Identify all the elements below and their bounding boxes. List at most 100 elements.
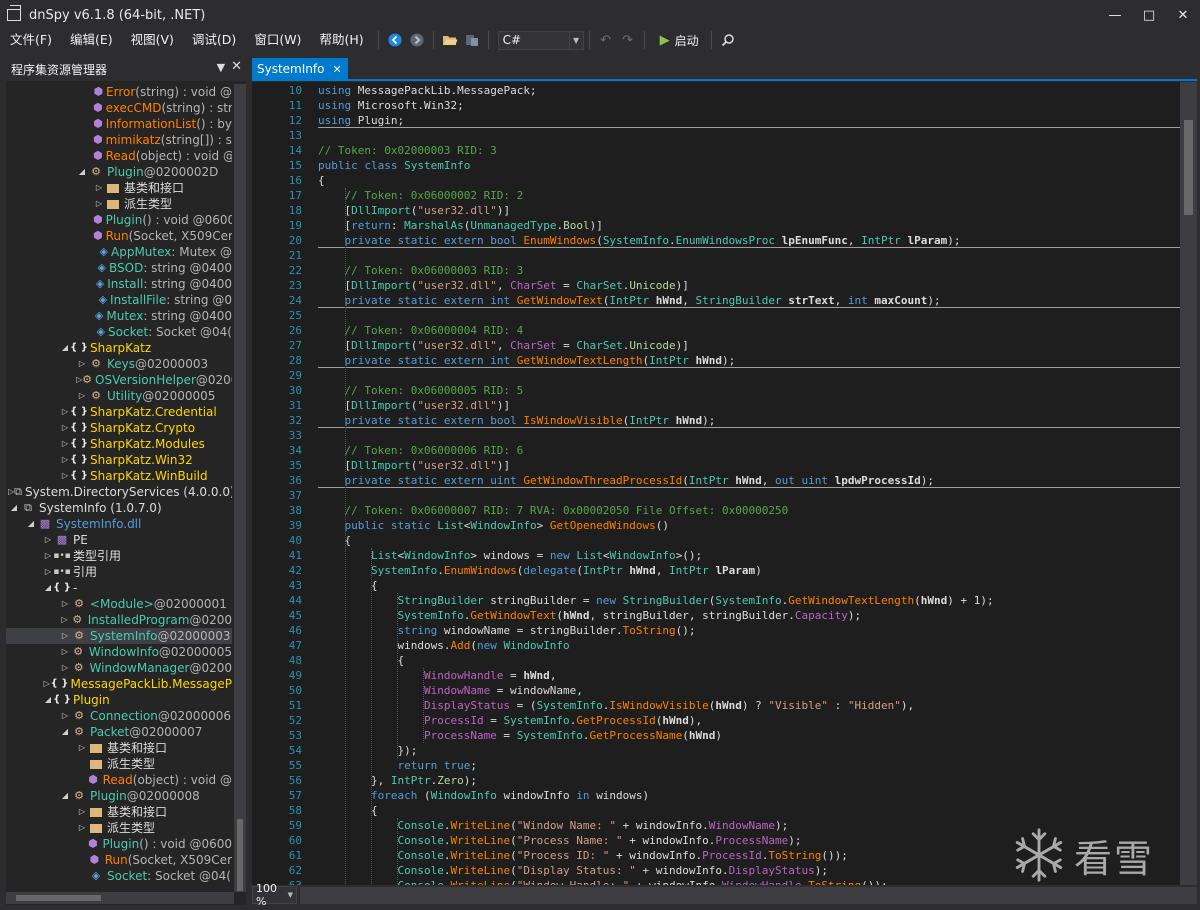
open-list-icon[interactable]: [461, 29, 483, 51]
code-line[interactable]: 16 {: [252, 173, 1180, 188]
code-line[interactable]: 20 private static extern bool EnumWindow…: [252, 233, 1180, 248]
chevron-down-icon[interactable]: ▼: [217, 61, 225, 74]
code-line[interactable]: 26 // Token: 0x06000004 RID: 4: [252, 323, 1180, 338]
tree-node[interactable]: ◢{ } Plugin: [6, 692, 232, 708]
tree-node[interactable]: ⬢ Plugin() : void @0600: [6, 212, 232, 228]
tree-node[interactable]: ◢{ } SharpKatz: [6, 340, 232, 356]
code-line[interactable]: 33: [252, 428, 1180, 443]
start-debug-button[interactable]: ▶ 启动: [660, 32, 699, 49]
tree-node[interactable]: ▷{ } SharpKatz.Win32: [6, 452, 232, 468]
collapsed-arrow-icon[interactable]: ▷: [59, 612, 70, 628]
tree-node[interactable]: ⬢ InformationList() : by: [6, 116, 232, 132]
tree-node[interactable]: ◈ Socket : Socket @04(: [6, 324, 232, 340]
collapsed-arrow-icon[interactable]: ▷: [93, 180, 105, 196]
expanded-arrow-icon[interactable]: ◢: [25, 516, 37, 532]
scrollbar-thumb[interactable]: [16, 895, 101, 901]
code-line[interactable]: 11 using Microsoft.Win32;: [252, 98, 1180, 113]
tree-node[interactable]: ▷ ⚙ WindowInfo @02000005: [6, 644, 232, 660]
expanded-arrow-icon[interactable]: ◢: [59, 788, 71, 804]
code-line[interactable]: 12 using Plugin;: [252, 113, 1180, 128]
collapsed-arrow-icon[interactable]: ▷: [42, 548, 54, 564]
close-icon[interactable]: ✕: [332, 63, 341, 76]
tree-node[interactable]: ◈ InstallFile : string @0: [6, 292, 232, 308]
tree-node[interactable]: ▷ 派生类型: [6, 820, 232, 836]
open-folder-icon[interactable]: [439, 29, 461, 51]
tree-node[interactable]: ▷ ⚙ Utility @02000005: [6, 388, 232, 404]
menu-help[interactable]: 帮助(H): [310, 29, 372, 51]
tree-node[interactable]: ▷{ } SharpKatz.WinBuild: [6, 468, 232, 484]
code-line[interactable]: 30 // Token: 0x06000005 RID: 5: [252, 383, 1180, 398]
code-line[interactable]: 18 [DllImport("user32.dll")]: [252, 203, 1180, 218]
code-view[interactable]: 10 using MessagePackLib.MessagePack; 11 usi…: [252, 82, 1180, 885]
tree-horizontal-scrollbar[interactable]: [6, 892, 234, 904]
code-line[interactable]: 50 WindowName = windowName,: [252, 683, 1180, 698]
tree-node[interactable]: ▷ ▪•▪ 类型引用: [6, 548, 232, 564]
menu-window[interactable]: 窗口(W): [245, 29, 310, 51]
code-line[interactable]: 57 foreach (WindowInfo windowInfo in win…: [252, 788, 1180, 803]
tree-node[interactable]: ◢ ⚙ Plugin @0200002D: [6, 164, 232, 180]
code-line[interactable]: 38 // Token: 0x06000007 RID: 7 RVA: 0x00…: [252, 503, 1180, 518]
tree-node[interactable]: ▷{ } MessagePackLib.MessageP: [6, 676, 232, 692]
code-line[interactable]: 55 return true;: [252, 758, 1180, 773]
menu-file[interactable]: 文件(F): [0, 29, 61, 51]
tree-node[interactable]: ◢ ⧉ SystemInfo (1.0.7.0): [6, 500, 232, 516]
code-line[interactable]: 44 StringBuilder stringBuilder = new Str…: [252, 593, 1180, 608]
code-line[interactable]: 34 // Token: 0x06000006 RID: 6: [252, 443, 1180, 458]
tree-vertical-scrollbar[interactable]: [234, 84, 246, 892]
code-line[interactable]: 29: [252, 368, 1180, 383]
tree-node[interactable]: ▷⚙OSVersionHelper @0200: [6, 372, 232, 388]
tree-node[interactable]: ◈ Mutex : string @0400: [6, 308, 232, 324]
code-line[interactable]: 15 public class SystemInfo: [252, 158, 1180, 173]
code-line[interactable]: 40 {: [252, 533, 1180, 548]
close-window-button[interactable]: ✕: [1166, 0, 1200, 30]
back-icon[interactable]: [384, 29, 406, 51]
code-line[interactable]: 37: [252, 488, 1180, 503]
tree-node[interactable]: ▷ ⚙ WindowManager @0200: [6, 660, 232, 676]
code-line[interactable]: 31 [DllImport("user32.dll")]: [252, 398, 1180, 413]
tree-node[interactable]: ⬢ execCMD (string) : str: [6, 100, 232, 116]
language-select[interactable]: C# ▼: [497, 30, 584, 50]
tree-node[interactable]: ⬢ Run (Socket, X509Cer: [6, 852, 232, 868]
tree-node[interactable]: ▷ 基类和接口: [6, 804, 232, 820]
tree-node[interactable]: ◈ BSOD : string @0400: [6, 260, 232, 276]
tree-node[interactable]: ⬢ mimikatz (string[]) : st: [6, 132, 232, 148]
code-line[interactable]: 58 {: [252, 803, 1180, 818]
code-line[interactable]: 21: [252, 248, 1180, 263]
expanded-arrow-icon[interactable]: ◢: [76, 164, 88, 180]
tree-node[interactable]: ▷ ⚙ Connection @02000006: [6, 708, 232, 724]
code-line[interactable]: 13: [252, 128, 1180, 143]
forward-icon[interactable]: [406, 29, 428, 51]
code-line[interactable]: 54 });: [252, 743, 1180, 758]
code-line[interactable]: 51 DisplayStatus = (SystemInfo.IsWindowV…: [252, 698, 1180, 713]
tree-node[interactable]: ⬢ Plugin() : void @0600: [6, 836, 232, 852]
tree-node[interactable]: ▷ ⚙ Keys @02000003: [6, 356, 232, 372]
tree-node[interactable]: ◢{ } -: [6, 580, 232, 596]
code-line[interactable]: 42 SystemInfo.EnumWindows(delegate(IntPt…: [252, 563, 1180, 578]
tree-node[interactable]: ◈ Install : string @0400: [6, 276, 232, 292]
tree-node[interactable]: ⬢ Read (object) : void @: [6, 148, 232, 164]
tree-node[interactable]: ▷ 派生类型: [6, 196, 232, 212]
tree-node[interactable]: ▷{ } SharpKatz.Crypto: [6, 420, 232, 436]
maximize-button[interactable]: □: [1132, 0, 1166, 30]
code-line[interactable]: 46 string windowName = stringBuilder.ToS…: [252, 623, 1180, 638]
tree-node[interactable]: ▷ 基类和接口: [6, 740, 232, 756]
collapsed-arrow-icon[interactable]: ▷: [42, 564, 54, 580]
expanded-arrow-icon[interactable]: ◢: [59, 724, 71, 740]
code-line[interactable]: 28 private static extern int GetWindowTe…: [252, 353, 1180, 368]
code-line[interactable]: 35 [DllImport("user32.dll")]: [252, 458, 1180, 473]
code-line[interactable]: 23 [DllImport("user32.dll", CharSet = Ch…: [252, 278, 1180, 293]
tree-node[interactable]: ◢ ⚙ Plugin @02000008: [6, 788, 232, 804]
collapsed-arrow-icon[interactable]: ▷: [76, 820, 88, 836]
tree-node[interactable]: ▷ ⚙ InstalledProgram @0200: [6, 612, 232, 628]
code-line[interactable]: 45 SystemInfo.GetWindowText(hWnd, string…: [252, 608, 1180, 623]
redo-icon[interactable]: ↷: [617, 29, 639, 51]
collapsed-arrow-icon[interactable]: ▷: [59, 644, 71, 660]
collapsed-arrow-icon[interactable]: ▷: [59, 660, 71, 676]
tree-node[interactable]: ▷ ▩ PE: [6, 532, 232, 548]
editor-vertical-scrollbar[interactable]: [1180, 82, 1197, 885]
code-line[interactable]: 17 // Token: 0x06000002 RID: 2: [252, 188, 1180, 203]
expanded-arrow-icon[interactable]: ◢: [8, 500, 20, 516]
minimize-button[interactable]: —: [1098, 0, 1132, 30]
tree-node[interactable]: ⬢ Error (string) : void @: [6, 84, 232, 100]
code-line[interactable]: 36 private static extern uint GetWindowT…: [252, 473, 1180, 488]
